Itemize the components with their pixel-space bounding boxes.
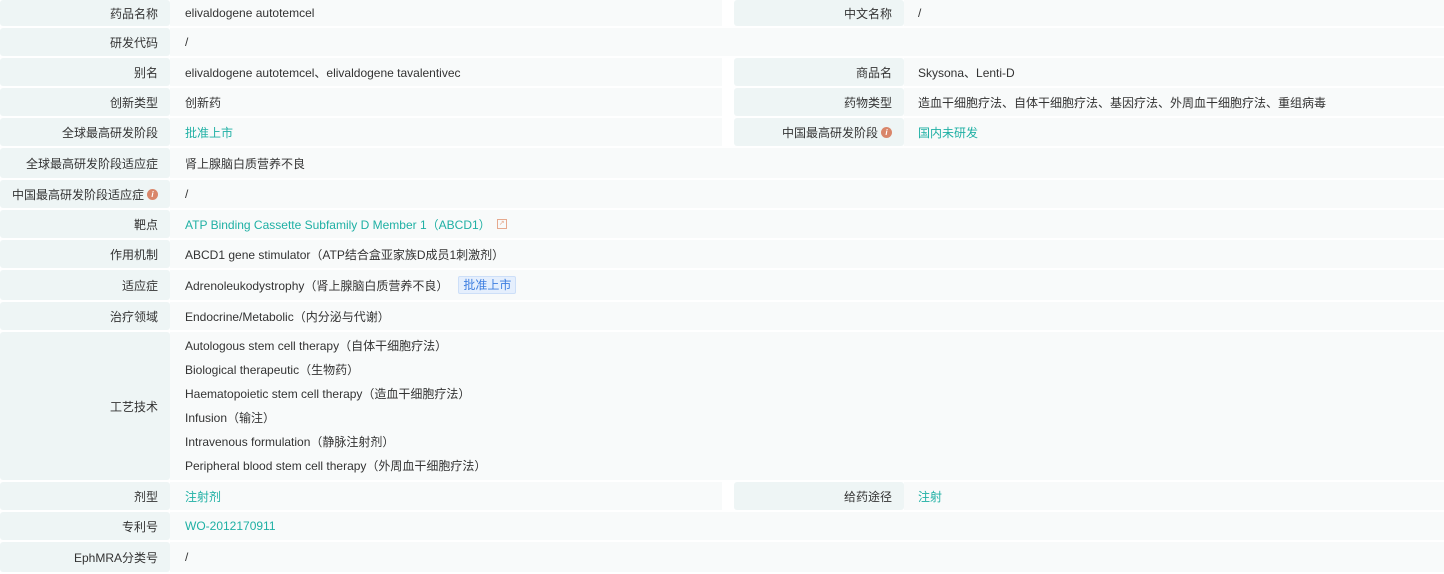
row-patent: 专利号 WO-2012170911 xyxy=(0,512,1444,542)
row-code: 研发代码 / xyxy=(0,28,1444,58)
value: Skysona、Lenti-D xyxy=(904,58,1444,86)
label: 中文名称 xyxy=(734,0,904,26)
row-ephmra: EphMRA分类号 / xyxy=(0,542,1444,574)
value: / xyxy=(170,28,1444,56)
external-link-icon[interactable]: ↗ xyxy=(496,219,507,229)
label: 工艺技术 xyxy=(0,332,170,480)
target-link[interactable]: ATP Binding Cassette Subfamily D Member … xyxy=(185,216,491,233)
label: 商品名 xyxy=(734,58,904,86)
value: ABCD1 gene stimulator（ATP结合盒亚家族D成员1刺激剂） xyxy=(170,240,1444,268)
label: 靶点 xyxy=(0,210,170,238)
global-phase-link[interactable]: 批准上市 xyxy=(185,124,233,141)
value: Endocrine/Metabolic（内分泌与代谢） xyxy=(170,302,1444,330)
label-cn-phase: 中国最高研发阶段 i xyxy=(734,118,904,146)
label: 药品名称 xyxy=(0,0,170,26)
value: 肾上腺脑白质营养不良 xyxy=(170,148,1444,178)
label: EphMRA分类号 xyxy=(0,542,170,572)
label: 治疗领域 xyxy=(0,302,170,330)
value: / xyxy=(170,542,1444,572)
form-link[interactable]: 注射剂 xyxy=(185,488,221,505)
label-cn-indication: 中国最高研发阶段适应症 i xyxy=(0,180,170,208)
label: 给药途径 xyxy=(734,482,904,510)
value: 创新药 xyxy=(170,88,722,116)
status-badge: 批准上市 xyxy=(458,276,517,294)
row-technology: 工艺技术 Autologous stem cell therapy（自体干细胞疗… xyxy=(0,332,1444,482)
row-cn-indication: 中国最高研发阶段适应症 i / xyxy=(0,180,1444,210)
label: 全球最高研发阶段 xyxy=(0,118,170,146)
value: 造血干细胞疗法、自体干细胞疗法、基因疗法、外周血干细胞疗法、重组病毒 xyxy=(904,88,1444,116)
route-link[interactable]: 注射 xyxy=(918,488,942,505)
list-item: Haematopoietic stem cell therapy（造血干细胞疗法… xyxy=(185,387,471,401)
value: / xyxy=(170,180,1444,208)
list-item: Intravenous formulation（静脉注射剂） xyxy=(185,435,395,449)
row-mechanism: 作用机制 ABCD1 gene stimulator（ATP结合盒亚家族D成员1刺… xyxy=(0,240,1444,270)
cn-phase-link[interactable]: 国内未研发 xyxy=(918,124,978,141)
label: 适应症 xyxy=(0,270,170,300)
label: 研发代码 xyxy=(0,28,170,56)
row-indication: 适应症 Adrenoleukodystrophy（肾上腺脑白质营养不良） 批准上市 xyxy=(0,270,1444,302)
value: Adrenoleukodystrophy（肾上腺脑白质营养不良） xyxy=(185,278,449,293)
row-innovation: 创新类型 创新药 药物类型 造血干细胞疗法、自体干细胞疗法、基因疗法、外周血干细胞疗… xyxy=(0,88,1444,118)
info-icon[interactable]: i xyxy=(147,188,158,200)
list-item: Autologous stem cell therapy（自体干细胞疗法） xyxy=(185,339,448,353)
row-global-indication: 全球最高研发阶段适应症 肾上腺脑白质营养不良 xyxy=(0,148,1444,180)
patent-link[interactable]: WO-2012170911 xyxy=(185,519,276,533)
label-text: 中国最高研发阶段 xyxy=(781,125,878,140)
row-area: 治疗领域 Endocrine/Metabolic（内分泌与代谢） xyxy=(0,302,1444,332)
label-text: 中国最高研发阶段适应症 xyxy=(11,187,144,202)
list-item: Biological therapeutic（生物药） xyxy=(185,363,360,377)
label: 药物类型 xyxy=(734,88,904,116)
value: / xyxy=(904,0,1444,26)
row-drug-name: 药品名称 elivaldogene autotemcel 中文名称 / xyxy=(0,0,1444,28)
label: 专利号 xyxy=(0,512,170,540)
row-phase: 全球最高研发阶段 批准上市 中国最高研发阶段 i 国内未研发 xyxy=(0,118,1444,148)
row-form: 剂型 注射剂 给药途径 注射 xyxy=(0,482,1444,512)
row-target: 靶点 ATP Binding Cassette Subfamily D Membe… xyxy=(0,210,1444,240)
value: elivaldogene autotemcel、elivaldogene tav… xyxy=(170,58,722,86)
row-alias: 别名 elivaldogene autotemcel、elivaldogene t… xyxy=(0,58,1444,88)
list-item: Peripheral blood stem cell therapy（外周血干细… xyxy=(185,459,487,473)
label: 剂型 xyxy=(0,482,170,510)
label: 作用机制 xyxy=(0,240,170,268)
value: elivaldogene autotemcel xyxy=(170,0,722,26)
info-icon[interactable]: i xyxy=(881,126,892,138)
list-item: Infusion（输注） xyxy=(185,411,276,425)
label: 别名 xyxy=(0,58,170,86)
label: 全球最高研发阶段适应症 xyxy=(0,148,170,178)
label: 创新类型 xyxy=(0,88,170,116)
